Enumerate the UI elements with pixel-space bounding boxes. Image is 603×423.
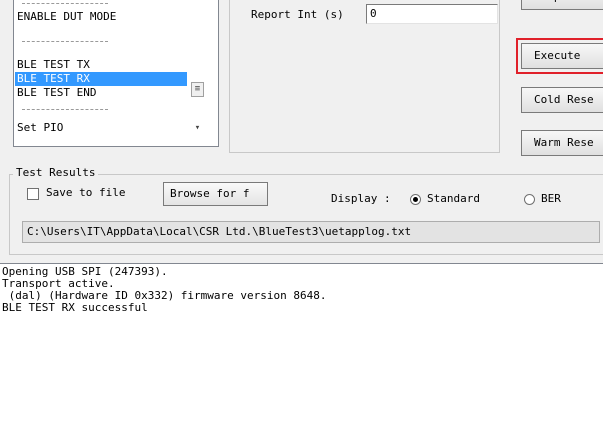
scroll-down-arrow-icon[interactable]: ▾ [191,122,204,137]
cold-reset-button[interactable]: Cold Rese [521,87,603,113]
command-list[interactable]: ENABLE DUT MODE BLE TEST TX BLE TEST RX … [13,0,219,147]
save-to-file-checkbox[interactable] [27,188,39,200]
log-file-path-field[interactable]: C:\Users\IT\AppData\Local\CSR Ltd.\BlueT… [22,221,600,243]
ber-radio-label: BER [541,192,561,205]
command-item-ble-test-tx[interactable]: BLE TEST TX [17,58,187,72]
standard-radio[interactable] [410,194,421,205]
execute-button[interactable]: Execute [516,38,603,74]
scrollbar-thumb-icon[interactable]: ≡ [191,82,204,97]
log-line: BLE TEST RX successful [2,301,148,314]
standard-radio-label: Standard [427,192,480,205]
radio-selected-dot-icon [413,197,418,202]
ber-radio[interactable] [524,194,535,205]
save-to-file-label: Save to file [46,186,126,199]
command-item-ble-test-rx[interactable]: BLE TEST RX [15,72,187,86]
command-item-ble-test-end[interactable]: BLE TEST END [17,86,187,100]
report-interval-label: Report Int (s) [251,8,344,21]
command-item-enable-dut-mode[interactable]: ENABLE DUT MODE [17,10,187,24]
list-separator [22,3,108,4]
report-interval-input[interactable]: 0 [366,4,498,24]
display-label: Display : [331,192,391,205]
test-results-title: Test Results [13,166,99,179]
list-separator [22,41,108,42]
help-button[interactable]: Help [521,0,603,10]
warm-reset-button[interactable]: Warm Rese [521,130,603,156]
log-output[interactable]: Opening USB SPI (247393). Transport activ… [0,263,603,423]
list-separator [22,109,108,110]
command-item-set-pio[interactable]: Set PIO [17,121,187,135]
browse-for-file-button[interactable]: Browse for f [163,182,268,206]
